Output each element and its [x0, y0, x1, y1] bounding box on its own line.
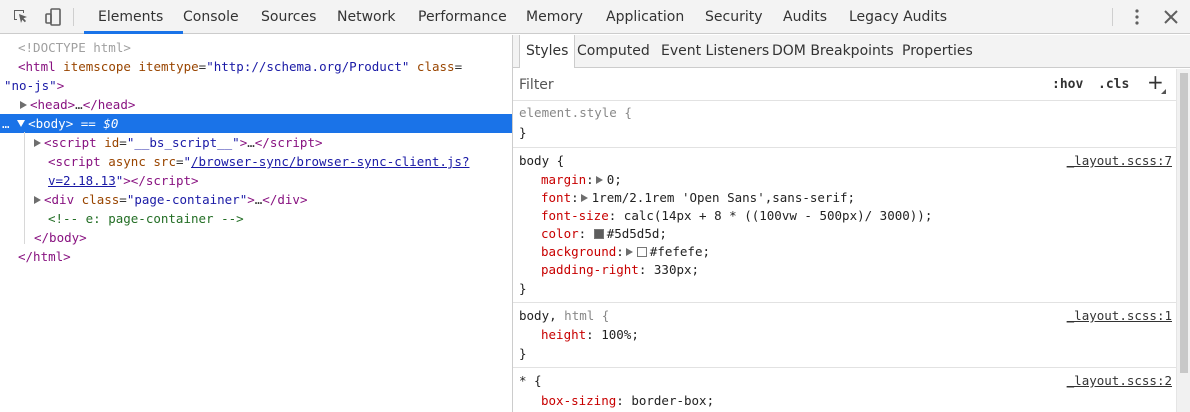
expand-shorthand-icon[interactable]	[625, 248, 633, 256]
styles-filter-input[interactable]	[519, 75, 919, 95]
style-rule-element[interactable]: element.style { }	[513, 102, 1176, 148]
rule-selector: * {	[519, 373, 542, 388]
tab-sources[interactable]: Sources	[261, 0, 316, 34]
tab-memory[interactable]: Memory	[526, 0, 583, 34]
style-rule-universal[interactable]: * { _layout.scss:2 box-sizing: border-bo…	[513, 369, 1176, 412]
css-property[interactable]: font: 1rem/2.1rem 'Open Sans',sans-serif;	[541, 189, 855, 207]
tab-elements[interactable]: Elements	[98, 0, 163, 34]
tab-network[interactable]: Network	[337, 0, 395, 34]
dom-node-html-close[interactable]: </html>	[0, 247, 512, 266]
rule-selector: body {	[519, 153, 565, 168]
style-rule-body-html[interactable]: body, html { _layout.scss:1 height: 100%…	[513, 304, 1176, 368]
rule-source-link[interactable]: _layout.scss:2	[1067, 372, 1172, 390]
tab-console[interactable]: Console	[183, 0, 239, 34]
dom-node-script-bs[interactable]: <script id="__bs_script__">…</script>	[0, 133, 512, 152]
expand-triangle-icon[interactable]	[34, 196, 41, 204]
toolbar-separator	[1112, 8, 1113, 26]
tab-styles[interactable]: Styles	[519, 35, 576, 68]
device-toolbar-icon[interactable]	[44, 8, 62, 26]
tab-event-listeners[interactable]: Event Listeners	[661, 35, 769, 68]
dom-node-comment[interactable]: <!-- e: page-container -->	[0, 209, 512, 228]
close-icon[interactable]	[1162, 8, 1180, 26]
css-property[interactable]: color: #5d5d5d;	[541, 225, 667, 243]
class-toggle-button[interactable]: .cls	[1098, 75, 1129, 95]
active-tab-indicator	[84, 31, 183, 34]
dom-node-div-page-container[interactable]: <div class="page-container">…</div>	[0, 190, 512, 209]
expand-triangle-icon[interactable]	[34, 139, 41, 147]
tab-properties[interactable]: Properties	[902, 35, 973, 68]
devtools-toolbar: Elements Console Sources Network Perform…	[0, 0, 1190, 34]
tab-performance[interactable]: Performance	[418, 0, 507, 34]
dom-node-body-selected[interactable]: … <body> == $0	[0, 114, 512, 133]
rule-selector: element.style {	[519, 105, 632, 120]
toolbar-separator	[73, 8, 74, 26]
tab-computed[interactable]: Computed	[577, 35, 650, 68]
dom-node-body-close[interactable]: </body>	[0, 228, 512, 247]
tab-legacy-audits[interactable]: Legacy Audits	[849, 0, 947, 34]
more-options-icon[interactable]	[1128, 8, 1146, 26]
expand-shorthand-icon[interactable]	[595, 176, 603, 184]
rule-source-link[interactable]: _layout.scss:7	[1067, 152, 1172, 170]
css-property[interactable]: height: 100%;	[541, 326, 639, 344]
expand-triangle-icon[interactable]	[20, 101, 27, 109]
color-swatch[interactable]	[636, 247, 647, 257]
tab-audits[interactable]: Audits	[783, 0, 827, 34]
script-src-link-version[interactable]: v=2.18.13	[48, 173, 116, 188]
inspect-element-icon[interactable]	[12, 8, 30, 26]
new-rule-corner-icon	[1161, 89, 1166, 94]
hover-state-button[interactable]: :hov	[1052, 75, 1083, 95]
color-swatch[interactable]	[593, 229, 604, 239]
css-property[interactable]: font-size: calc(14px + 8 * ((100vw - 500…	[541, 207, 932, 225]
styles-scrollbar[interactable]	[1176, 69, 1190, 412]
css-property[interactable]: padding-right: 330px;	[541, 261, 699, 279]
rule-close: }	[519, 125, 527, 140]
tab-dom-breakpoints[interactable]: DOM Breakpoints	[772, 35, 894, 68]
script-src-link[interactable]: /browser-sync/browser-sync-client.js?	[191, 154, 469, 169]
dom-node-script-async-cont[interactable]: v=2.18.13"></script>	[0, 171, 512, 190]
indent-guide	[24, 132, 25, 244]
dom-node-html[interactable]: <html itemscope itemtype="http://schema.…	[0, 57, 512, 76]
expand-shorthand-icon[interactable]	[580, 194, 588, 202]
css-property[interactable]: box-sizing: border-box;	[541, 392, 714, 410]
dom-node-head[interactable]: <head>…</head>	[0, 95, 512, 114]
dom-node-html-cont[interactable]: "no-js">	[0, 76, 512, 95]
collapse-triangle-icon[interactable]	[17, 120, 26, 127]
scrollbar-thumb[interactable]	[1180, 73, 1188, 373]
rule-close: }	[519, 346, 527, 361]
css-property[interactable]: margin: 0;	[541, 171, 622, 189]
tab-security[interactable]: Security	[705, 0, 763, 34]
rule-source-link[interactable]: _layout.scss:1	[1067, 307, 1172, 325]
style-rule-body[interactable]: body { _layout.scss:7 margin: 0; font: 1re…	[513, 149, 1176, 303]
tab-application[interactable]: Application	[606, 0, 684, 34]
css-property[interactable]: background: #fefefe;	[541, 243, 710, 261]
rule-selector: body, html {	[519, 308, 610, 323]
dom-tree[interactable]: <!DOCTYPE html> <html itemscope itemtype…	[0, 35, 512, 412]
dom-node-script-async[interactable]: <script async src="/browser-sync/browser…	[0, 152, 512, 171]
dom-node-doctype[interactable]: <!DOCTYPE html>	[0, 38, 512, 57]
rule-close: }	[519, 281, 527, 296]
styles-pane[interactable]: element.style { } body { _layout.scss:7 …	[513, 102, 1176, 412]
sidebar-pane-tabs: Styles Computed Event Listeners DOM Brea…	[513, 35, 1190, 68]
styles-filter-bar: :hov .cls +	[513, 69, 1176, 101]
